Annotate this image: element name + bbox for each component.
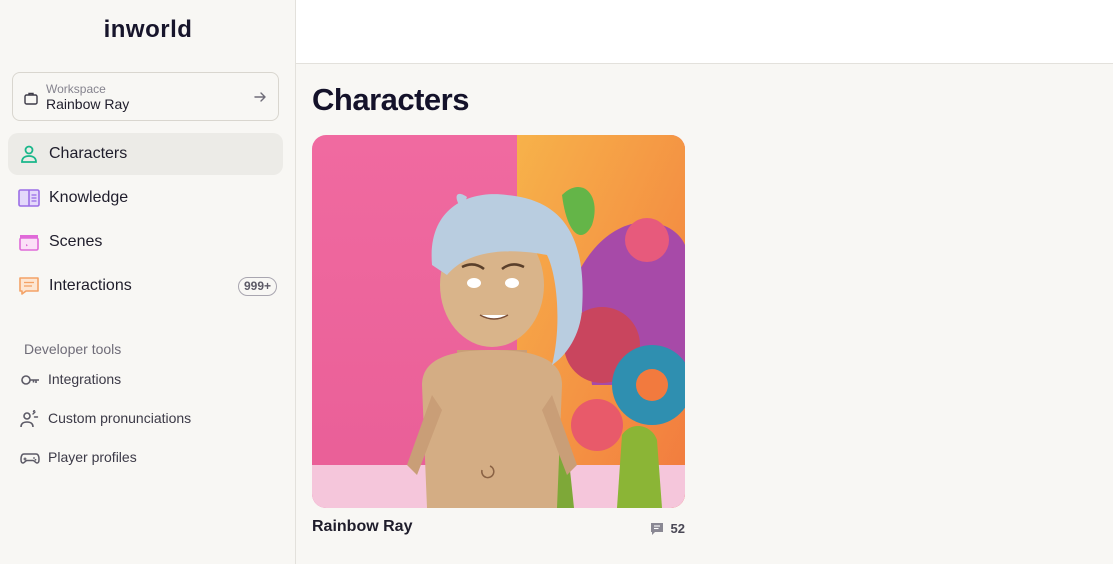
inworld-logo[interactable]: inworld [0, 16, 296, 44]
nav-label-interactions: Interactions [49, 277, 132, 294]
chat-icon [19, 277, 39, 295]
workspace-label: Workspace [46, 82, 106, 96]
book-icon [18, 189, 40, 207]
speaking-person-icon [20, 410, 39, 428]
top-bar [296, 0, 1113, 64]
workspace-name: Rainbow Ray [46, 96, 130, 112]
interaction-count: 52 [670, 521, 685, 536]
nav-label-characters: Characters [49, 145, 128, 162]
nav-label-knowledge: Knowledge [49, 189, 129, 206]
dev-item-integrations[interactable]: Integrations [18, 366, 278, 394]
chat-bubble-icon [651, 523, 663, 535]
clapperboard-icon [19, 235, 39, 251]
sidebar: inworld Workspace Rainbow Ray Characters… [0, 0, 296, 564]
interactions-count-badge: 999+ [237, 277, 277, 296]
dev-label-player-profiles: Player profiles [48, 449, 137, 465]
dev-label-custom-pronunciations: Custom pronunciations [48, 410, 192, 426]
nav-item-interactions[interactable]: Interactions 999+ [8, 265, 283, 307]
character-name[interactable]: Rainbow Ray [312, 518, 412, 536]
nav-item-knowledge[interactable]: Knowledge [8, 177, 283, 219]
character-avatar-image[interactable] [312, 135, 685, 508]
nav-label-scenes: Scenes [49, 233, 103, 250]
person-icon [21, 145, 37, 163]
dev-label-integrations: Integrations [48, 371, 122, 387]
gamepad-icon [20, 453, 40, 464]
nav-item-scenes[interactable]: Scenes [8, 221, 283, 263]
dev-item-custom-pronunciations[interactable]: Custom pronunciations [18, 405, 278, 433]
dev-item-player-profiles[interactable]: Player profiles [18, 444, 278, 472]
nav-item-characters[interactable]: Characters [8, 133, 283, 175]
briefcase-icon [24, 92, 38, 105]
arrow-right-icon[interactable] [252, 89, 268, 105]
character-card[interactable]: Rainbow Ray 52 [312, 135, 685, 545]
workspace-selector[interactable]: Workspace Rainbow Ray [12, 72, 279, 121]
key-icon [21, 375, 39, 385]
page-title: Characters [312, 82, 469, 117]
developer-tools-heading: Developer tools [24, 341, 122, 357]
